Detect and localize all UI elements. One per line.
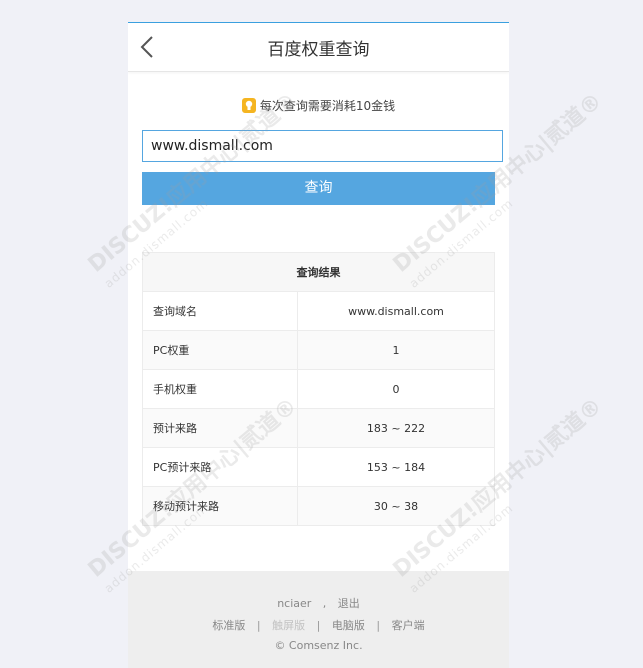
copyright: © Comsenz Inc. — [274, 639, 363, 652]
separator: | — [316, 619, 321, 632]
table-row: 移动预计来路 30 ~ 38 — [142, 486, 495, 526]
results-header: 查询结果 — [142, 252, 495, 292]
touch-version-link[interactable]: 触屏版 — [272, 619, 305, 632]
table-row: PC权重 1 — [142, 330, 495, 370]
query-button[interactable]: 查询 — [142, 172, 495, 205]
page-header: 百度权重查询 — [128, 23, 509, 72]
table-row: PC预计来路 153 ~ 184 — [142, 447, 495, 487]
row-value: 1 — [297, 330, 495, 370]
results-header-row: 查询结果 — [142, 252, 495, 292]
mobile-page: 百度权重查询 每次查询需要消耗10金钱 查询 查询结果 查询域名 www.dis… — [128, 22, 509, 668]
username-link[interactable]: nciaer — [277, 597, 311, 610]
table-row: 手机权重 0 — [142, 369, 495, 409]
separator: | — [376, 619, 381, 632]
client-link[interactable]: 客户端 — [392, 619, 425, 632]
domain-input[interactable] — [142, 130, 503, 162]
row-value: 183 ~ 222 — [297, 408, 495, 448]
results-table: 查询结果 查询域名 www.dismall.com PC权重 1 手机权重 0 … — [142, 252, 495, 526]
user-comma: , — [322, 597, 327, 610]
row-label: 查询域名 — [142, 291, 298, 331]
row-label: 手机权重 — [142, 369, 298, 409]
cost-notice: 每次查询需要消耗10金钱 — [128, 97, 509, 115]
row-label: PC预计来路 — [142, 447, 298, 487]
page-title: 百度权重查询 — [267, 40, 370, 60]
row-label: 预计来路 — [142, 408, 298, 448]
table-row: 预计来路 183 ~ 222 — [142, 408, 495, 448]
version-links: 标准版 | 触屏版 | 电脑版 | 客户端 — [128, 617, 509, 633]
row-value: 153 ~ 184 — [297, 447, 495, 487]
row-value: 0 — [297, 369, 495, 409]
standard-version-link[interactable]: 标准版 — [212, 619, 245, 632]
table-row: 查询域名 www.dismall.com — [142, 291, 495, 331]
desktop-version-link[interactable]: 电脑版 — [332, 619, 365, 632]
user-row: nciaer , 退出 — [128, 595, 509, 611]
logout-link[interactable]: 退出 — [338, 597, 360, 610]
lightbulb-icon — [241, 98, 256, 113]
separator: | — [256, 619, 261, 632]
row-label: PC权重 — [142, 330, 298, 370]
row-value: 30 ~ 38 — [297, 486, 495, 526]
row-value: www.dismall.com — [297, 291, 495, 331]
cost-notice-text: 每次查询需要消耗10金钱 — [259, 99, 396, 113]
page-footer: nciaer , 退出 标准版 | 触屏版 | 电脑版 | 客户端 © Coms… — [128, 571, 509, 668]
row-label: 移动预计来路 — [142, 486, 298, 526]
